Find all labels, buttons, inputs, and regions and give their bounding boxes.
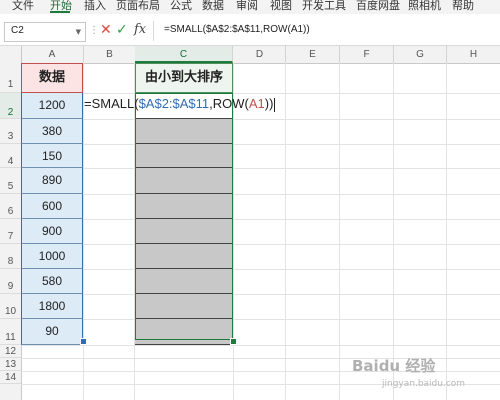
cell-c-result[interactable]	[135, 219, 233, 244]
col-header-e[interactable]: E	[286, 46, 340, 63]
cancel-icon[interactable]: ✕	[100, 22, 112, 38]
row-header-9[interactable]: 9	[0, 269, 21, 294]
cell-a-value[interactable]: 1000	[21, 244, 83, 269]
col-header-h[interactable]: H	[447, 46, 500, 63]
menu-formulas[interactable]: 公式	[170, 0, 192, 13]
cell-a-value[interactable]: 380	[21, 119, 83, 144]
gridline	[21, 119, 500, 120]
gridline	[21, 168, 500, 169]
range-fill-handle[interactable]	[80, 338, 87, 345]
name-box-value: C2	[11, 25, 24, 36]
formula-text: =SMALL($A$2:$A$11,ROW(A1))	[164, 24, 310, 35]
text-cursor	[274, 97, 276, 112]
gridline	[233, 63, 234, 400]
gridline	[21, 219, 500, 220]
menu-data[interactable]: 数据	[202, 0, 224, 13]
col-header-b[interactable]: B	[84, 46, 136, 63]
gridline	[21, 144, 500, 145]
gridline	[21, 194, 500, 195]
cell-c1-header[interactable]: 由小到大排序	[135, 63, 233, 93]
select-all-corner[interactable]	[0, 46, 22, 63]
cell-c-result[interactable]	[135, 119, 233, 144]
row-header-10[interactable]: 10	[0, 294, 21, 319]
gridline	[21, 244, 500, 245]
row-header-14[interactable]: 14	[0, 371, 21, 384]
gridline	[285, 63, 286, 400]
row-header-6[interactable]: 6	[0, 194, 21, 219]
ribbon-menu: 文件 开始 插入 页面布局 公式 数据 审阅 视图 开发工具 百度网盘 照相机 …	[0, 0, 500, 14]
gridline	[21, 319, 500, 320]
formula-row-ref: A1	[248, 96, 265, 111]
menu-page-layout[interactable]: 页面布局	[116, 0, 160, 13]
spreadsheet-grid: A B C D E F G H 1 2 3 4 5 6 7 8 9 10 11 …	[0, 46, 500, 400]
row-header-3[interactable]: 3	[0, 119, 21, 144]
row-header-13[interactable]: 13	[0, 358, 21, 371]
column-header-row: A B C D E F G H	[0, 46, 500, 64]
drag-handle-icon[interactable]: ⋮	[89, 25, 99, 36]
cell-a-value[interactable]: 150	[21, 144, 83, 168]
gridline	[339, 63, 340, 400]
watermark-url: jingyan.baidu.com	[382, 379, 466, 389]
menu-file[interactable]: 文件	[12, 0, 34, 13]
col-header-g[interactable]: G	[394, 46, 447, 63]
active-tab-indicator	[50, 11, 70, 13]
menu-camera[interactable]: 照相机	[408, 0, 441, 13]
gridline	[21, 269, 500, 270]
row-header-4[interactable]: 4	[0, 144, 21, 168]
insert-function-icon[interactable]: fx	[134, 22, 146, 37]
row-header-5[interactable]: 5	[0, 168, 21, 194]
col-header-f[interactable]: F	[340, 46, 394, 63]
row-header-2[interactable]: 2	[0, 93, 21, 119]
cell-c-result[interactable]	[135, 144, 233, 168]
menu-baidu-netdisk[interactable]: 百度网盘	[356, 0, 400, 13]
name-box[interactable]: C2 ▼	[4, 22, 86, 42]
gridline	[21, 345, 500, 346]
gridline	[21, 93, 500, 94]
gridline	[446, 63, 447, 400]
cell-c-result[interactable]	[135, 168, 233, 194]
col-header-a[interactable]: A	[21, 46, 84, 63]
cell-c-result[interactable]	[135, 294, 233, 319]
cell-a-value[interactable]: 890	[21, 168, 83, 194]
cell-a-value[interactable]: 90	[21, 319, 83, 345]
formula-prefix: =SMALL(	[84, 96, 139, 111]
watermark-logo: Baidu 经验	[352, 357, 436, 375]
menu-help[interactable]: 帮助	[452, 0, 474, 13]
cell-a-value[interactable]: 600	[21, 194, 83, 219]
formula-input[interactable]: =SMALL($A$2:$A$11,ROW(A1))	[153, 21, 499, 41]
cell-c-result[interactable]	[135, 194, 233, 219]
cell-a-value[interactable]: 1800	[21, 294, 83, 319]
col-header-c[interactable]: C	[135, 46, 233, 63]
confirm-icon[interactable]: ✓	[116, 22, 128, 38]
row-header-column: 1 2 3 4 5 6 7 8 9 10 11 12 13 14	[0, 63, 22, 400]
formula-mid: ,ROW(	[209, 96, 249, 111]
row-header-7[interactable]: 7	[0, 219, 21, 244]
selection-fill-handle[interactable]	[230, 338, 237, 345]
cell-a-value[interactable]: 1200	[21, 93, 83, 119]
row-header-11[interactable]: 11	[0, 319, 21, 345]
watermark: Baidu 经验 jingyan.baidu.com	[352, 351, 498, 397]
gridline	[21, 294, 500, 295]
formula-bar: C2 ▼ ⋮ ✕ ✓ fx =SMALL($A$2:$A$11,ROW(A1))	[0, 19, 500, 46]
gridline	[83, 63, 84, 400]
cell-c-result[interactable]	[135, 269, 233, 294]
cell-a-value[interactable]: 900	[21, 219, 83, 244]
row-header-12[interactable]: 12	[0, 345, 21, 358]
chevron-down-icon[interactable]: ▼	[76, 28, 81, 36]
cell-c-result[interactable]	[135, 244, 233, 269]
row-header-8[interactable]: 8	[0, 244, 21, 269]
gridline	[393, 63, 394, 400]
menu-review[interactable]: 审阅	[236, 0, 258, 13]
formula-suffix: ))	[264, 96, 274, 111]
menu-view[interactable]: 视图	[270, 0, 292, 13]
menu-insert[interactable]: 插入	[84, 0, 106, 13]
in-cell-formula-editor[interactable]: =SMALL($A$2:$A$11,ROW(A1))	[84, 96, 276, 112]
cell-a1-header[interactable]: 数据	[21, 63, 83, 93]
row-header-1[interactable]: 1	[0, 63, 21, 93]
cell-c-result[interactable]	[135, 319, 233, 345]
col-header-d[interactable]: D	[234, 46, 286, 63]
formula-range-ref: $A$2:$A$11	[138, 96, 210, 111]
cell-a-value[interactable]: 580	[21, 269, 83, 294]
menu-developer[interactable]: 开发工具	[302, 0, 346, 13]
